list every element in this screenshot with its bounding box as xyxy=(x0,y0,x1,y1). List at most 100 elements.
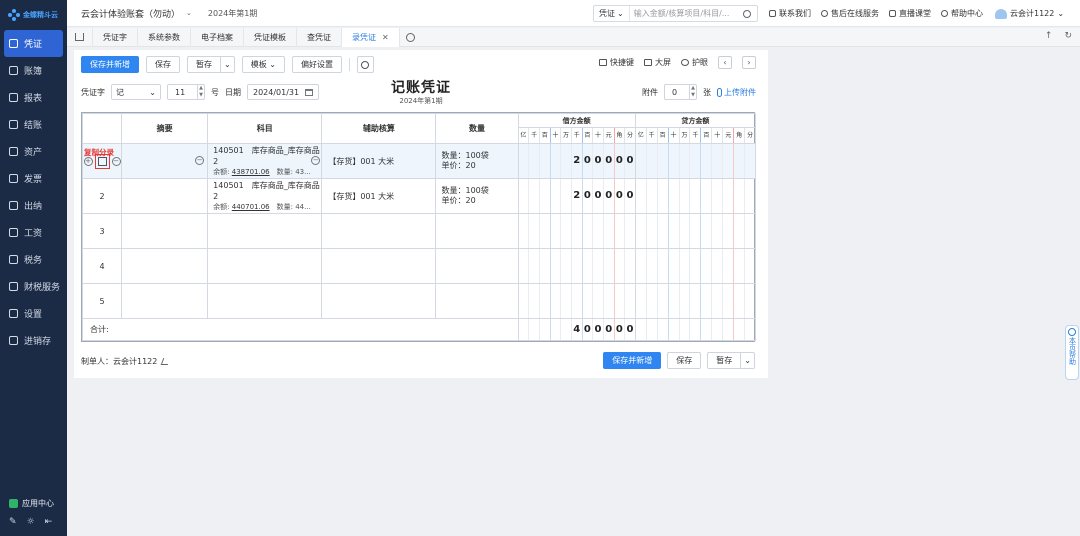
tab-query-voucher[interactable]: 查凭证 xyxy=(297,27,342,47)
sidebar-item-service[interactable]: 财税服务 xyxy=(0,273,67,300)
summary-cell[interactable] xyxy=(121,178,209,214)
credit-cell[interactable] xyxy=(634,213,757,249)
close-icon[interactable]: ✕ xyxy=(382,33,389,42)
attachment-count-input[interactable]: 0 ▲ ▼ xyxy=(664,84,697,100)
sidebar-item-report[interactable]: 报表 xyxy=(0,84,67,111)
sidebar-item-salary[interactable]: 工资 xyxy=(0,219,67,246)
search-icon[interactable] xyxy=(742,9,751,18)
stepper-icon[interactable]: ▲ ▼ xyxy=(689,85,696,99)
debit-cell[interactable] xyxy=(517,283,636,319)
user-menu[interactable]: 云会计1122 ⌄ xyxy=(995,8,1064,19)
help-center-link[interactable]: 帮助中心 xyxy=(941,8,983,19)
quantity-cell[interactable] xyxy=(435,283,519,319)
table-row[interactable]: 5 xyxy=(81,283,757,319)
voucher-word-select[interactable]: 记 ⌄ xyxy=(111,84,161,100)
sidebar-item-cashier[interactable]: 出纳 xyxy=(0,192,67,219)
debit-cell[interactable] xyxy=(517,248,636,284)
quantity-cell[interactable] xyxy=(435,213,519,249)
table-row[interactable]: + − − 140501 库存商品_库存商品2 余额: 438701.06 数量… xyxy=(81,143,757,179)
table-row[interactable]: 3 xyxy=(81,213,757,249)
template-button[interactable]: 模板 ⌄ xyxy=(241,56,285,73)
credit-cell[interactable] xyxy=(634,143,757,179)
settings-button[interactable] xyxy=(356,56,374,73)
summary-cell[interactable] xyxy=(121,213,209,249)
summary-cell[interactable] xyxy=(121,248,209,284)
contact-us-link[interactable]: 联系我们 xyxy=(769,8,811,19)
tab-voucher-word[interactable]: 凭证字 xyxy=(93,27,138,47)
page-help-button[interactable]: 本页帮助 xyxy=(1065,325,1079,380)
subject-cell[interactable] xyxy=(207,283,323,319)
draft-button[interactable]: 暂存 xyxy=(187,56,221,73)
chevron-down-icon[interactable]: ⌄ xyxy=(186,9,192,17)
live-class-link[interactable]: 直播课堂 xyxy=(889,8,931,19)
aux-cell[interactable]: 【存货】001 大米 xyxy=(321,178,437,214)
save-new-button[interactable]: 保存并新增 xyxy=(81,56,139,73)
quantity-cell[interactable] xyxy=(435,248,519,284)
tab-voucher-template[interactable]: 凭证模板 xyxy=(244,27,297,47)
balance-link[interactable]: 438701.06 xyxy=(232,168,270,176)
summary-cell[interactable]: − xyxy=(121,143,209,179)
upload-attachment-link[interactable]: 上传附件 xyxy=(717,87,756,98)
search-input[interactable] xyxy=(629,9,740,18)
credit-cell[interactable] xyxy=(634,283,757,319)
sidebar-item-asset[interactable]: 资产 xyxy=(0,138,67,165)
voucher-number-input[interactable]: 11 ▲ ▼ xyxy=(167,84,205,100)
sidebar-item-inventory[interactable]: 进销存 xyxy=(0,327,67,354)
company-selector[interactable]: 云会计体验账套（勿动） xyxy=(81,7,180,20)
sidebar-item-closing[interactable]: 结账 xyxy=(0,111,67,138)
prev-voucher-button[interactable]: ‹ xyxy=(718,56,732,69)
aftersales-link[interactable]: 售后在线服务 xyxy=(821,8,879,19)
footer-save-new-button[interactable]: 保存并新增 xyxy=(603,352,662,369)
table-row[interactable]: 2 140501 库存商品_库存商品2 余额: 440701.06 数量: 44… xyxy=(81,178,757,214)
credit-cell[interactable] xyxy=(634,248,757,284)
tab-e-archive[interactable]: 电子档案 xyxy=(191,27,244,47)
refresh-icon[interactable]: ↻ xyxy=(1064,31,1072,41)
preference-button[interactable]: 偏好设置 xyxy=(291,56,342,73)
footer-draft-button[interactable]: 暂存 xyxy=(707,352,742,369)
search-type-select[interactable]: 凭证 ⌄ xyxy=(594,6,630,21)
sidebar-item-ledger[interactable]: 账簿 xyxy=(0,57,67,84)
more-tabs-icon[interactable] xyxy=(405,32,415,42)
date-picker[interactable]: 2024/01/31 xyxy=(247,84,319,100)
stepper-icon[interactable]: ▲ ▼ xyxy=(197,85,204,99)
debit-cell[interactable]: 200000 xyxy=(517,143,636,179)
aux-cell[interactable] xyxy=(321,213,437,249)
footer-save-button[interactable]: 保存 xyxy=(667,352,702,369)
sidebar-item-voucher[interactable]: 凭证 xyxy=(4,30,63,57)
quantity-cell[interactable]: 数量：100袋 单价：20 xyxy=(435,178,519,214)
table-row[interactable]: 4 xyxy=(81,248,757,284)
sun-icon[interactable]: ☼ xyxy=(27,517,35,527)
tab-system-params[interactable]: 系统参数 xyxy=(138,27,191,47)
next-voucher-button[interactable]: › xyxy=(742,56,756,69)
balance-link[interactable]: 440701.06 xyxy=(232,203,270,211)
subject-cell[interactable] xyxy=(207,213,323,249)
tab-enter-voucher[interactable]: 录凭证 ✕ xyxy=(342,27,400,47)
subject-cell[interactable] xyxy=(207,248,323,284)
eye-care-button[interactable]: 护眼 xyxy=(681,57,708,68)
summary-options-icon[interactable]: − xyxy=(195,156,205,165)
aux-cell[interactable] xyxy=(321,248,437,284)
footer-draft-dropdown[interactable]: ⌄ xyxy=(741,352,755,369)
sidebar-item-invoice[interactable]: 发票 xyxy=(0,165,67,192)
sidebar-item-settings[interactable]: 设置 xyxy=(0,300,67,327)
tab-home[interactable] xyxy=(67,27,93,47)
sidebar-item-tax[interactable]: 税务 xyxy=(0,246,67,273)
summary-cell[interactable] xyxy=(121,283,209,319)
brand-logo[interactable]: 金蝶精斗云 xyxy=(0,0,67,30)
aux-cell[interactable]: 【存货】001 大米 xyxy=(321,143,437,179)
debit-cell[interactable]: 200000 xyxy=(517,178,636,214)
shortcut-button[interactable]: 快捷键 xyxy=(599,57,634,68)
pen-icon[interactable]: ✎ xyxy=(9,517,17,527)
save-button[interactable]: 保存 xyxy=(146,56,180,73)
debit-cell[interactable] xyxy=(517,213,636,249)
aux-cell[interactable] xyxy=(321,283,437,319)
credit-cell[interactable] xyxy=(634,178,757,214)
subject-cell[interactable]: 140501 库存商品_库存商品2 余额: 438701.06 数量: 43..… xyxy=(207,143,323,179)
app-center-link[interactable]: 应用中心 xyxy=(0,494,67,512)
arrow-up-icon[interactable]: ↑ xyxy=(1045,31,1053,41)
fullscreen-button[interactable]: 大屏 xyxy=(644,57,671,68)
collapse-icon[interactable]: ⇤ xyxy=(45,517,53,527)
edit-icon[interactable] xyxy=(161,357,171,365)
quantity-cell[interactable]: 数量：100袋 单价：20 xyxy=(435,143,519,179)
subject-cell[interactable]: 140501 库存商品_库存商品2 余额: 440701.06 数量: 44..… xyxy=(207,178,323,214)
